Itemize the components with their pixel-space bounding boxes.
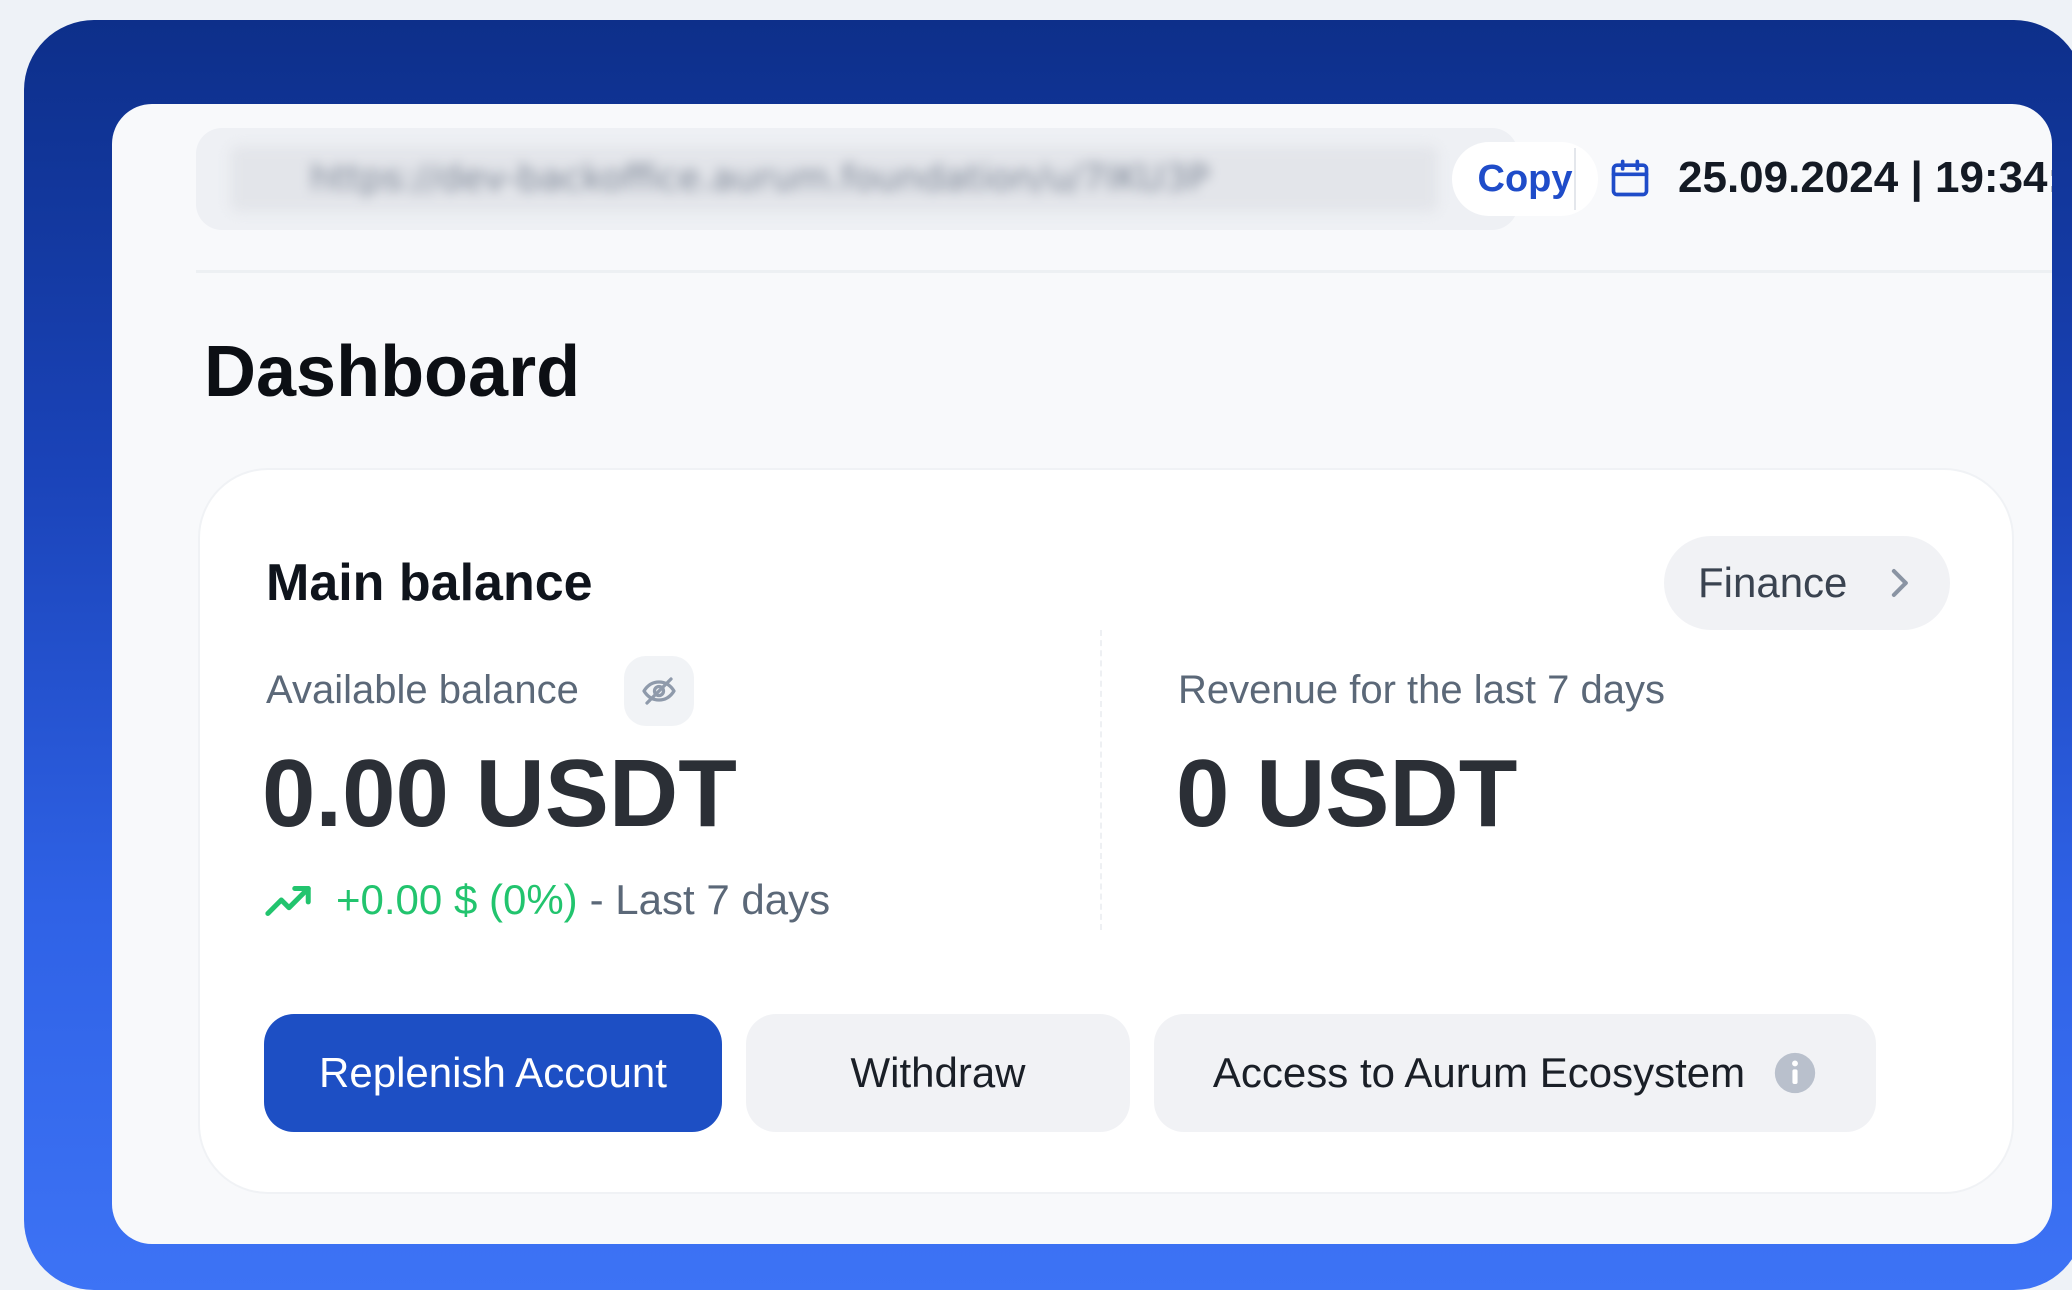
available-balance-label: Available balance	[266, 668, 579, 712]
trend-period: - Last 7 days	[589, 876, 831, 923]
topbar-divider	[1574, 148, 1576, 210]
withdraw-button[interactable]: Withdraw	[746, 1014, 1130, 1132]
balance-trend: +0.00 $ (0%) - Last 7 days	[264, 876, 830, 924]
eye-off-icon	[642, 677, 676, 705]
current-datetime: 25.09.2024 | 19:34:	[1678, 153, 2052, 202]
referral-link-text: https://dev-backoffice.aurum.foundation/…	[230, 146, 1438, 212]
column-divider	[1100, 630, 1102, 930]
page-title: Dashboard	[204, 332, 581, 412]
chevron-right-icon	[1891, 569, 1908, 597]
main-balance-card: Main balance Finance Available balance 0…	[198, 468, 2014, 1194]
info-icon[interactable]	[1773, 1051, 1817, 1095]
trend-value: +0.00 $ (0%)	[336, 876, 578, 923]
referral-link-bar: https://dev-backoffice.aurum.foundation/…	[196, 128, 1598, 230]
copy-button[interactable]: Copy	[1452, 142, 1598, 216]
toggle-balance-visibility-button[interactable]	[624, 656, 694, 726]
revenue-value: 0 USDT	[1176, 740, 1518, 847]
topbar-separator	[196, 270, 2052, 273]
access-ecosystem-button[interactable]: Access to Aurum Ecosystem	[1154, 1014, 1876, 1132]
revenue-label: Revenue for the last 7 days	[1178, 668, 1665, 712]
background-frame: https://dev-backoffice.aurum.foundation/…	[24, 20, 2072, 1290]
access-ecosystem-label: Access to Aurum Ecosystem	[1212, 1049, 1746, 1096]
replenish-account-button[interactable]: Replenish Account	[264, 1014, 722, 1132]
available-balance-value: 0.00 USDT	[262, 740, 737, 847]
app-window: https://dev-backoffice.aurum.foundation/…	[112, 104, 2052, 1244]
finance-button[interactable]: Finance	[1664, 536, 1950, 630]
card-title: Main balance	[266, 554, 593, 612]
trend-up-icon	[265, 885, 311, 916]
calendar-icon	[1611, 159, 1649, 197]
finance-label: Finance	[1698, 559, 1848, 606]
